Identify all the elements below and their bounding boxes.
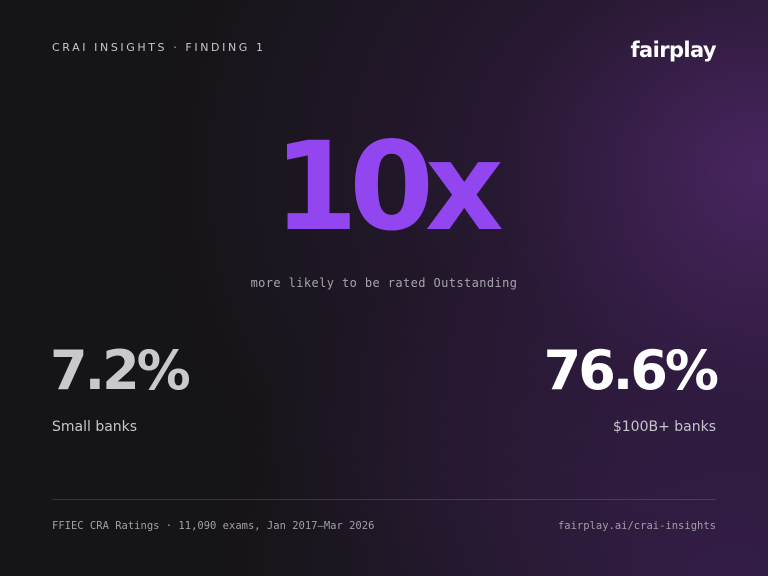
- hero-stat: 10x: [273, 116, 503, 258]
- small-banks-label: Small banks: [52, 419, 138, 435]
- hero-caption: more likely to be rated Outstanding: [250, 276, 518, 290]
- source-note: FFIEC CRA Ratings · 11,090 exams, Jan 20…: [52, 520, 375, 532]
- eyebrow-label: CRAI INSIGHTS · FINDING 1: [52, 41, 266, 54]
- footer-divider: [52, 499, 716, 500]
- large-banks-label: $100B+ banks: [612, 419, 716, 435]
- insights-link[interactable]: fairplay.ai/crai-insights: [558, 520, 716, 532]
- fairplay-logo: fairplay: [630, 38, 716, 62]
- large-banks-stat: 76.6%: [543, 339, 719, 402]
- small-banks-stat: 7.2%: [50, 339, 191, 402]
